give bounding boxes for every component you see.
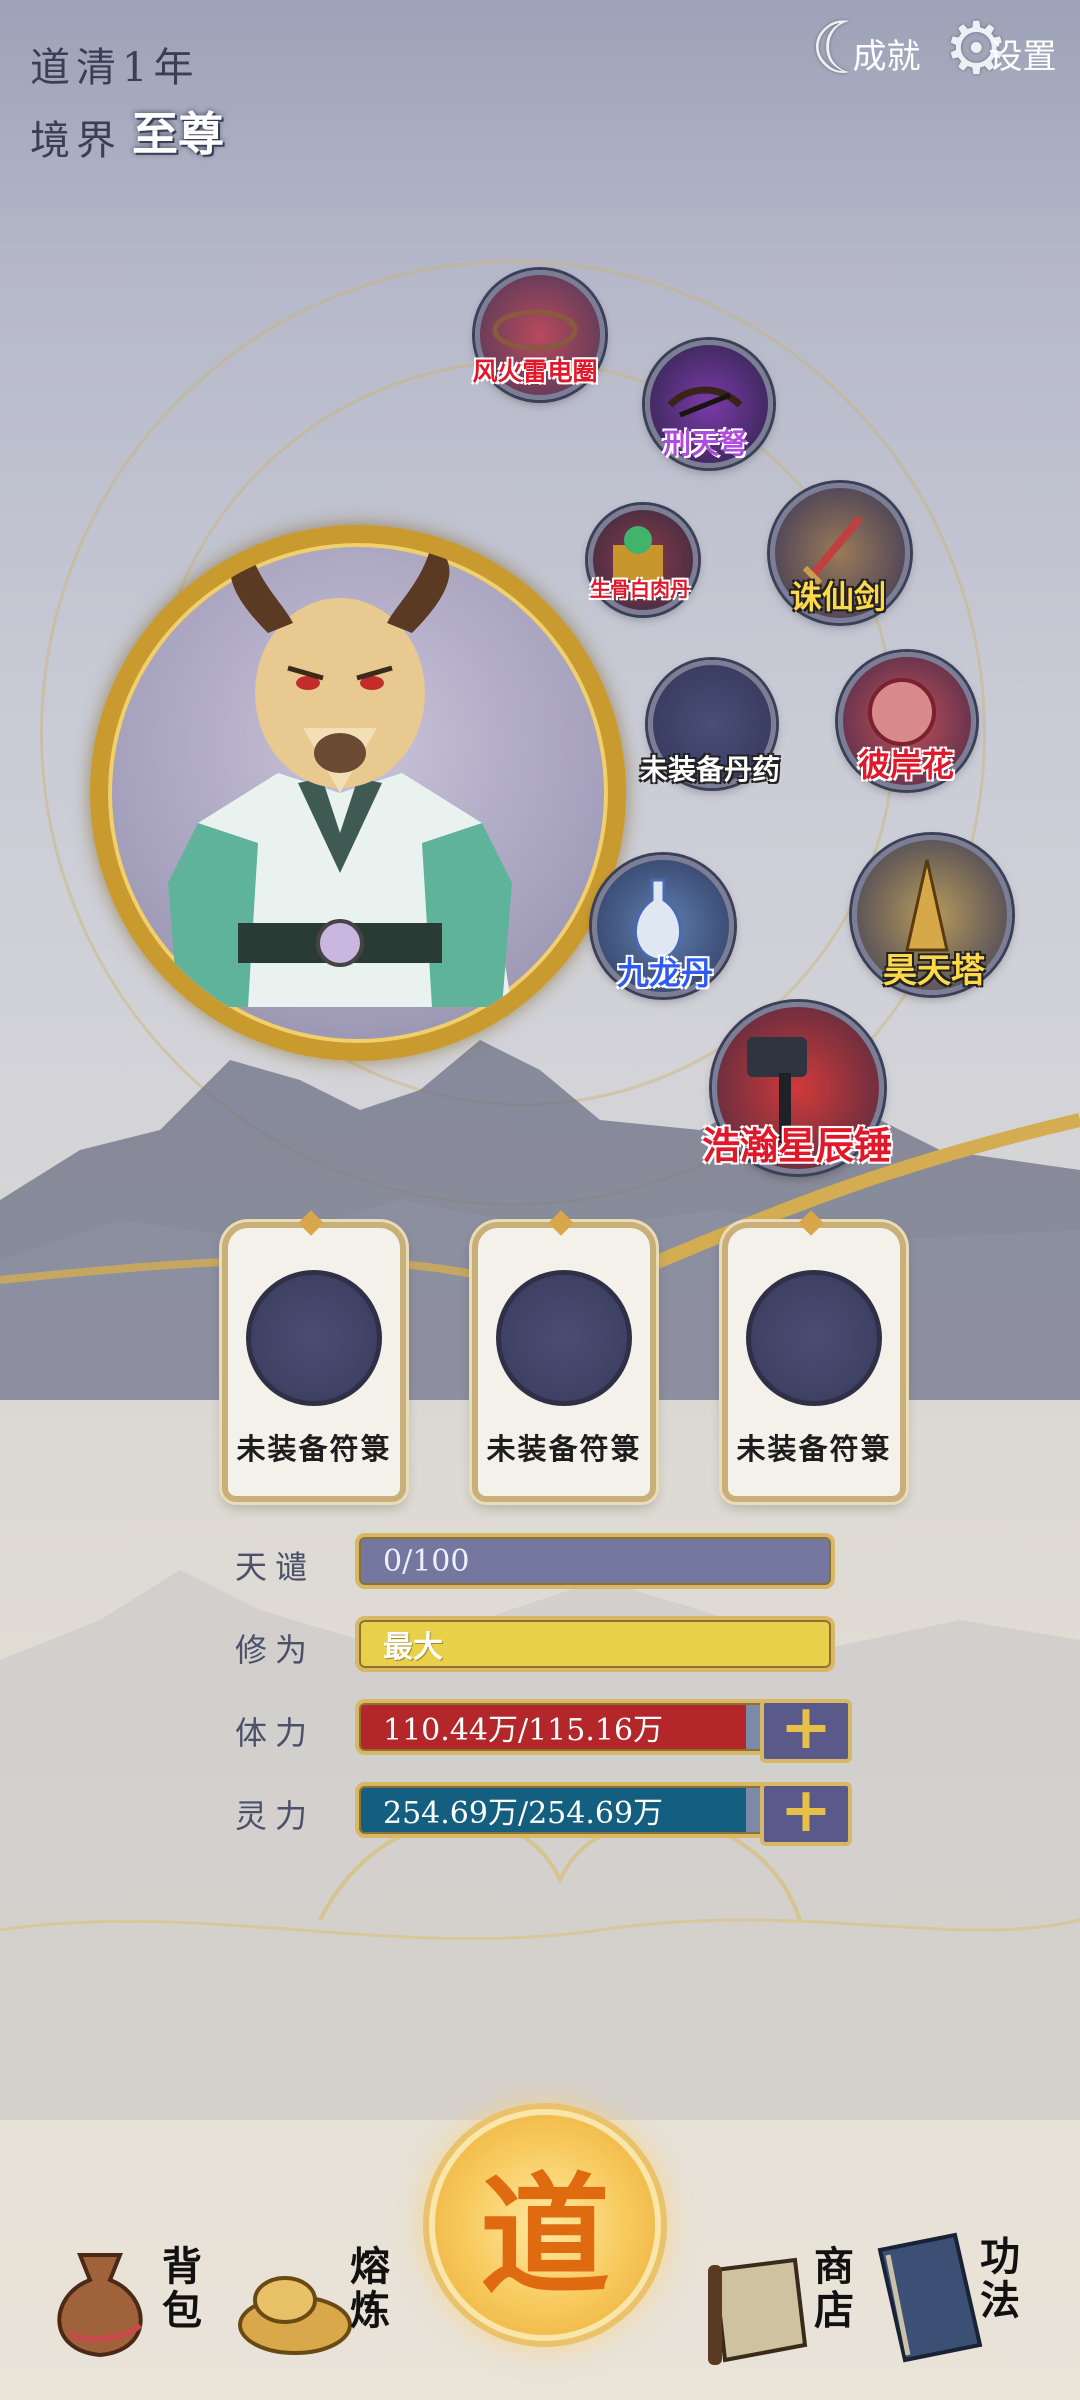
bag-icon [57,2253,143,2358]
equip-label-4: 诛仙剑 [789,578,887,616]
equip-label-6: 彼岸花 [857,746,955,784]
equip-label-9: 浩瀚星辰锤 [701,1123,893,1168]
dao-center-button[interactable]: 道 [435,2115,655,2335]
talisman-slot-3[interactable]: 未装备符箓 [722,1210,906,1502]
age-label: 道清1年 [30,45,200,91]
mp-label: 灵力 [235,1797,316,1835]
achievement-button[interactable]: ☾ 成就 [810,12,921,84]
mp-value: 254.69万/254.69万 [383,1796,664,1831]
heaven-penalty-label: 天谴 [235,1548,316,1586]
achievement-label: 成就 [852,37,921,77]
talisman-empty-slot-icon [246,1270,382,1406]
shop-button[interactable]: 商店 [700,2245,870,2375]
dao-label: 道 [479,2159,610,2312]
bag-label: 背包 [162,2243,202,2334]
hp-label: 体力 [235,1714,316,1752]
smelt-label: 熔炼 [350,2243,390,2334]
cultivation-bar: 最大 [355,1616,835,1672]
mp-add-button[interactable]: + [760,1779,852,1846]
cultivation-label: 修为 [235,1631,316,1669]
equip-label-3: 生骨白肉丹 [590,577,690,601]
equip-label-1: 风火雷电圈 [472,357,598,386]
talisman-slot-1[interactable]: 未装备符箓 [222,1210,406,1502]
character-portrait[interactable] [90,525,626,1061]
talisman-empty-slot-icon [746,1270,882,1406]
equip-label-5: 未装备丹药 [639,753,781,786]
skills-button[interactable]: 功法 [860,2225,1060,2375]
hp-add-button[interactable]: + [760,1696,852,1763]
plus-icon: + [780,1773,832,1846]
heaven-penalty-value: 0/100 [383,1543,470,1579]
shop-label: 商店 [814,2243,854,2334]
heaven-penalty-bar: 0/100 [355,1533,835,1589]
settings-label: 设置 [988,37,1057,77]
talisman-slot-2[interactable]: 未装备符箓 [472,1210,656,1502]
realm-label: 境界 [30,118,122,164]
talisman-empty-slot-icon [496,1270,632,1406]
settings-button[interactable]: ⚙ 设置 [944,12,1057,84]
equip-label-2: 刑天弩 [662,427,748,460]
talisman-label-1: 未装备符箓 [236,1432,392,1466]
hp-value: 110.44万/115.16万 [383,1713,664,1748]
wolf-character-avatar [168,543,512,1007]
bag-button[interactable]: 背包 [40,2225,220,2375]
book-icon [877,2232,983,2363]
equip-label-8: 昊天塔 [883,951,985,991]
scroll-map-icon [708,2257,808,2365]
talisman-label-3: 未装备符箓 [736,1432,892,1466]
plus-icon: + [780,1690,832,1763]
equip-label-7: 九龙丹 [616,954,714,992]
gold-ingot-icon [238,2276,352,2355]
talisman-label-2: 未装备符箓 [486,1432,642,1466]
cultivation-value: 最大 [383,1630,443,1665]
realm-value: 至尊 [132,107,224,161]
smelt-button[interactable]: 熔炼 [230,2245,410,2375]
skills-label: 功法 [980,2233,1020,2324]
